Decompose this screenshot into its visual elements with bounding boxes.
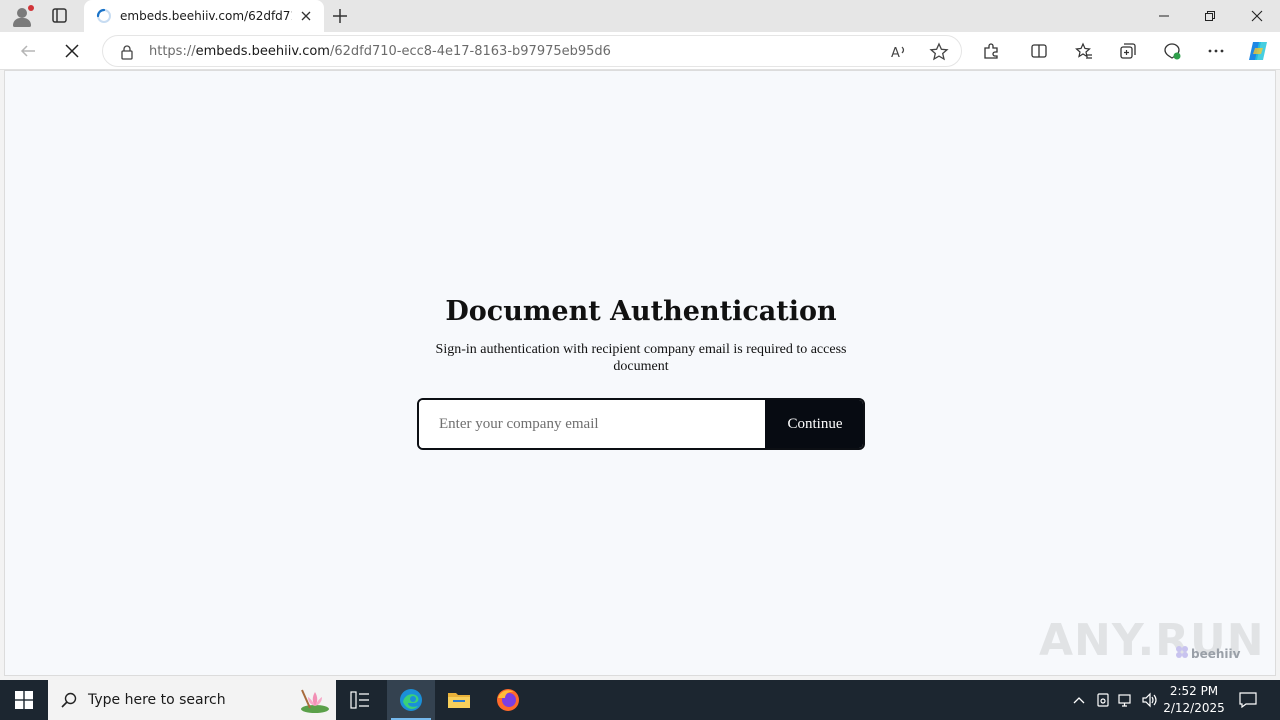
back-arrow-icon[interactable] — [18, 41, 38, 61]
clock-time: 2:52 PM — [1169, 684, 1219, 698]
notifications-icon[interactable] — [1234, 680, 1262, 720]
tab-strip: embeds.beehiiv.com/62dfd710-ecc8-4e17-81… — [0, 0, 1280, 32]
show-hidden-icons-chevron-icon[interactable] — [1068, 680, 1090, 720]
taskbar-firefox[interactable] — [484, 680, 532, 720]
split-screen-icon[interactable] — [1029, 41, 1049, 61]
tab-title: embeds.beehiiv.com/62dfd710-ecc8-4e17-81… — [120, 9, 292, 23]
address-bar[interactable]: https://embeds.beehiiv.com/62dfd710-ecc8… — [102, 35, 962, 67]
url-text[interactable]: https://embeds.beehiiv.com/62dfd710-ecc8… — [149, 43, 611, 61]
taskbar-search[interactable]: Type here to search — [48, 680, 336, 720]
search-placeholder: Type here to search — [88, 692, 226, 708]
copilot-icon[interactable] — [1246, 39, 1270, 63]
browser-toolbar: https://embeds.beehiiv.com/62dfd710-ecc8… — [0, 32, 1280, 70]
email-input[interactable] — [419, 400, 765, 448]
active-tab[interactable]: embeds.beehiiv.com/62dfd710-ecc8-4e17-81… — [84, 0, 324, 32]
email-form: Continue — [417, 398, 865, 450]
device-icon[interactable] — [1092, 680, 1114, 720]
loading-spinner-icon — [96, 8, 111, 23]
page-viewport: Document Authentication Sign-in authenti… — [4, 70, 1276, 676]
volume-icon[interactable] — [1139, 680, 1161, 720]
read-aloud-icon[interactable]: A — [889, 42, 909, 62]
lock-icon[interactable] — [119, 44, 135, 60]
start-button[interactable] — [0, 680, 48, 720]
windows-taskbar: Type here to search 2:52 PM 2/12/2025 — [0, 680, 1280, 720]
task-view-icon — [350, 691, 369, 709]
extensions-icon[interactable] — [981, 41, 1001, 61]
clock-date: 2/12/2025 — [1163, 701, 1225, 715]
page-title: Document Authentication — [445, 296, 837, 327]
search-icon — [61, 692, 77, 708]
close-window-button[interactable] — [1234, 0, 1280, 32]
browser-essentials-icon[interactable] — [1162, 41, 1182, 61]
tab-actions-icon[interactable] — [46, 6, 74, 26]
auth-form-container: Document Authentication Sign-in authenti… — [417, 295, 865, 450]
firefox-icon — [497, 689, 519, 711]
page-subtitle: Sign-in authentication with recipient co… — [435, 342, 847, 374]
search-highlight-lotus-icon — [301, 689, 329, 713]
taskbar-file-explorer[interactable] — [435, 680, 483, 720]
new-tab-icon[interactable] — [330, 6, 350, 26]
continue-button[interactable]: Continue — [765, 400, 863, 448]
profile-icon[interactable] — [8, 4, 36, 28]
restore-button[interactable] — [1187, 0, 1233, 32]
more-options-icon[interactable] — [1206, 41, 1226, 61]
task-view-button[interactable] — [336, 680, 384, 720]
folder-icon — [448, 693, 470, 708]
beehiiv-brand-label[interactable]: beehiiv — [1191, 647, 1240, 661]
svg-text:A: A — [891, 46, 900, 61]
taskbar-clock[interactable]: 2:52 PM 2/12/2025 — [1162, 683, 1226, 717]
network-icon[interactable] — [1115, 680, 1137, 720]
beehiiv-logo-icon — [1176, 646, 1188, 658]
stop-loading-icon[interactable] — [62, 41, 82, 61]
favorite-star-icon[interactable] — [929, 42, 949, 62]
edge-icon — [400, 689, 422, 711]
minimize-button[interactable] — [1141, 0, 1187, 32]
collections-icon[interactable] — [1118, 41, 1138, 61]
windows-logo-icon — [15, 691, 33, 709]
close-tab-icon[interactable] — [298, 8, 314, 24]
taskbar-edge[interactable] — [387, 680, 435, 720]
favorites-icon[interactable] — [1074, 41, 1094, 61]
watermark: ANY.RUN beehiiv — [1039, 611, 1264, 671]
